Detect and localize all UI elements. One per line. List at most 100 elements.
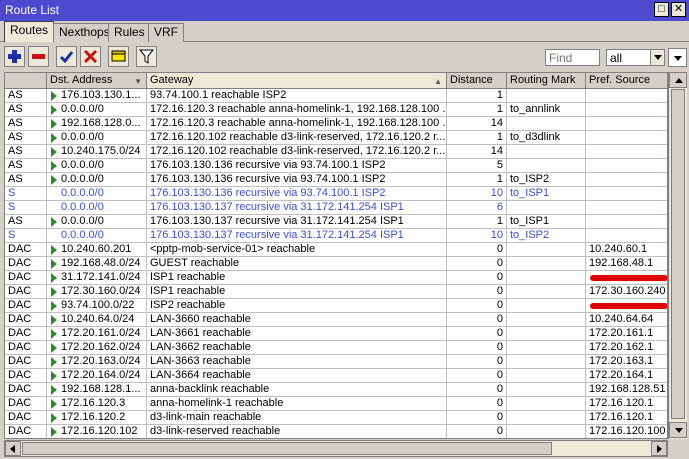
active-route-icon xyxy=(51,147,57,157)
cell-dst-address: 10.240.175.0/24 xyxy=(47,145,147,159)
cell-gateway: LAN-3664 reachable xyxy=(147,369,447,383)
add-button[interactable] xyxy=(4,46,25,67)
cell-gateway: 176.103.130.136 recursive via 93.74.100.… xyxy=(147,159,447,173)
dst-address-text: 93.74.100.0/22 xyxy=(61,299,135,311)
table-row[interactable]: DAC 192.168.48.0/24 GUEST reachable 0 192.16… xyxy=(5,257,667,271)
active-route-icon xyxy=(51,301,57,311)
table-row[interactable]: DAC 172.30.160.0/24 ISP1 reachable 0 172.30.… xyxy=(5,285,667,299)
cell-dst-address: 0.0.0.0/0 xyxy=(47,229,147,243)
chevron-down-icon[interactable] xyxy=(650,50,664,65)
table-row[interactable]: S 0.0.0.0/0 176.103.130.136 recursive via … xyxy=(5,187,667,201)
tab-vrf[interactable]: VRF xyxy=(148,23,184,42)
horizontal-scroll-thumb[interactable] xyxy=(22,442,552,455)
tab-rules[interactable]: Rules xyxy=(108,23,151,42)
table-row[interactable]: DAC 172.20.161.0/24 LAN-3661 reachable 0 172… xyxy=(5,327,667,341)
dst-address-text: 10.240.60.201 xyxy=(61,243,132,255)
cell-mark xyxy=(507,397,586,411)
dst-address-text: 172.16.120.2 xyxy=(61,411,126,423)
tab-routes[interactable]: Routes xyxy=(4,21,55,43)
table-row[interactable]: S 0.0.0.0/0 176.103.130.137 recursive via … xyxy=(5,201,667,215)
active-route-icon xyxy=(51,357,57,367)
enable-button[interactable] xyxy=(56,46,77,67)
table-row[interactable]: DAC 172.16.120.2 d3-link-main reachable 0 17… xyxy=(5,411,667,425)
table-row[interactable]: AS 0.0.0.0/0 176.103.130.136 recursive via… xyxy=(5,173,667,187)
dst-address-text: 0.0.0.0/0 xyxy=(61,187,104,199)
table-row[interactable]: AS 192.168.128.0... 172.16.120.3 reachable… xyxy=(5,117,667,131)
horizontal-scrollbar[interactable] xyxy=(4,440,668,457)
cell-dst-address: 0.0.0.0/0 xyxy=(47,187,147,201)
active-route-icon xyxy=(51,259,57,269)
table-row[interactable]: DAC 10.240.64.0/24 LAN-3660 reachable 0 10.2… xyxy=(5,313,667,327)
table-row[interactable]: DAC 192.168.128.1... anna-backlink reachab… xyxy=(5,383,667,397)
cell-flags: DAC xyxy=(5,257,47,271)
table-row[interactable]: AS 176.103.130.1... 93.74.100.1 reachable … xyxy=(5,89,667,103)
cell-mark xyxy=(507,411,586,425)
cell-gateway: 176.103.130.136 recursive via 93.74.100.… xyxy=(147,187,447,201)
cell-distance: 0 xyxy=(447,327,507,341)
active-route-icon xyxy=(51,371,57,381)
filter-button[interactable] xyxy=(136,46,157,67)
dst-address-text: 172.16.120.3 xyxy=(61,397,126,409)
tab-bar: Routes Nexthops Rules VRF xyxy=(0,21,689,43)
scroll-up-icon[interactable] xyxy=(669,72,687,88)
vertical-scrollbar[interactable] xyxy=(668,72,687,439)
cell-gateway: anna-homelink-1 reachable xyxy=(147,397,447,411)
column-header-distance[interactable]: Distance xyxy=(447,73,507,89)
disable-button[interactable] xyxy=(80,46,101,67)
column-menu-button[interactable] xyxy=(668,48,687,67)
cell-dst-address: 0.0.0.0/0 xyxy=(47,215,147,229)
dst-address-text: 192.168.48.0/24 xyxy=(61,257,141,269)
comment-button[interactable] xyxy=(108,46,129,67)
table-row[interactable]: DAC 172.20.164.0/24 LAN-3664 reachable 0 172… xyxy=(5,369,667,383)
table-row[interactable]: DAC 31.172.141.0/24 ISP1 reachable 0 xyxy=(5,271,667,285)
active-route-icon xyxy=(51,399,57,409)
column-header-routing-mark[interactable]: Routing Mark xyxy=(507,73,586,89)
cell-gateway: LAN-3663 reachable xyxy=(147,355,447,369)
column-header-dst-address[interactable]: Dst. Address ▼ xyxy=(47,73,147,89)
filter-select[interactable]: all xyxy=(606,49,665,66)
scroll-right-icon[interactable] xyxy=(651,441,667,456)
dst-address-text: 172.20.162.0/24 xyxy=(61,341,141,353)
column-header-gateway[interactable]: Gateway ▲ xyxy=(147,73,447,89)
table-row[interactable]: DAC 172.16.120.102 d3-link-reserved reacha… xyxy=(5,425,667,438)
remove-button[interactable] xyxy=(28,46,49,67)
cell-mark xyxy=(507,201,586,215)
close-button[interactable]: ✕ xyxy=(671,2,686,17)
scroll-down-icon[interactable] xyxy=(669,422,687,438)
cell-flags: AS xyxy=(5,173,47,187)
table-row[interactable]: AS 10.240.175.0/24 172.16.120.102 reachabl… xyxy=(5,145,667,159)
redaction-mark xyxy=(590,303,667,309)
cell-flags: AS xyxy=(5,131,47,145)
cell-src: 10.240.60.1 xyxy=(586,243,667,257)
cell-src xyxy=(586,89,667,103)
find-input[interactable] xyxy=(545,49,600,66)
cell-dst-address: 93.74.100.0/22 xyxy=(47,299,147,313)
table-row[interactable]: AS 0.0.0.0/0 172.16.120.102 reachable d3-l… xyxy=(5,131,667,145)
cell-gateway: 176.103.130.137 recursive via 31.172.141… xyxy=(147,229,447,243)
table-row[interactable]: S 0.0.0.0/0 176.103.130.137 recursive via … xyxy=(5,229,667,243)
cell-distance: 6 xyxy=(447,201,507,215)
tab-nexthops[interactable]: Nexthops xyxy=(53,23,116,42)
cell-mark xyxy=(507,355,586,369)
cell-dst-address: 172.30.160.0/24 xyxy=(47,285,147,299)
table-row[interactable]: DAC 93.74.100.0/22 ISP2 reachable 0 xyxy=(5,299,667,313)
dst-address-text: 0.0.0.0/0 xyxy=(61,103,104,115)
cell-src xyxy=(586,229,667,243)
scroll-left-icon[interactable] xyxy=(5,441,21,456)
table-row[interactable]: DAC 10.240.60.201 <pptp-mob-service-01> re… xyxy=(5,243,667,257)
table-row[interactable]: AS 0.0.0.0/0 176.103.130.137 recursive via… xyxy=(5,215,667,229)
maximize-button[interactable]: □ xyxy=(654,2,669,17)
table-row[interactable]: DAC 172.20.163.0/24 LAN-3663 reachable 0 172… xyxy=(5,355,667,369)
table-row[interactable]: DAC 172.16.120.3 anna-homelink-1 reachable… xyxy=(5,397,667,411)
column-header-pref-source[interactable]: Pref. Source xyxy=(586,73,667,89)
cell-gateway: anna-backlink reachable xyxy=(147,383,447,397)
column-header-flags[interactable] xyxy=(5,73,47,89)
cell-distance: 1 xyxy=(447,89,507,103)
cell-distance: 10 xyxy=(447,229,507,243)
table-row[interactable]: AS 0.0.0.0/0 176.103.130.136 recursive via… xyxy=(5,159,667,173)
vertical-scroll-thumb[interactable] xyxy=(671,89,685,419)
cell-src xyxy=(586,201,667,215)
table-row[interactable]: AS 0.0.0.0/0 172.16.120.3 reachable anna-h… xyxy=(5,103,667,117)
cell-src xyxy=(586,103,667,117)
table-row[interactable]: DAC 172.20.162.0/24 LAN-3662 reachable 0 172… xyxy=(5,341,667,355)
